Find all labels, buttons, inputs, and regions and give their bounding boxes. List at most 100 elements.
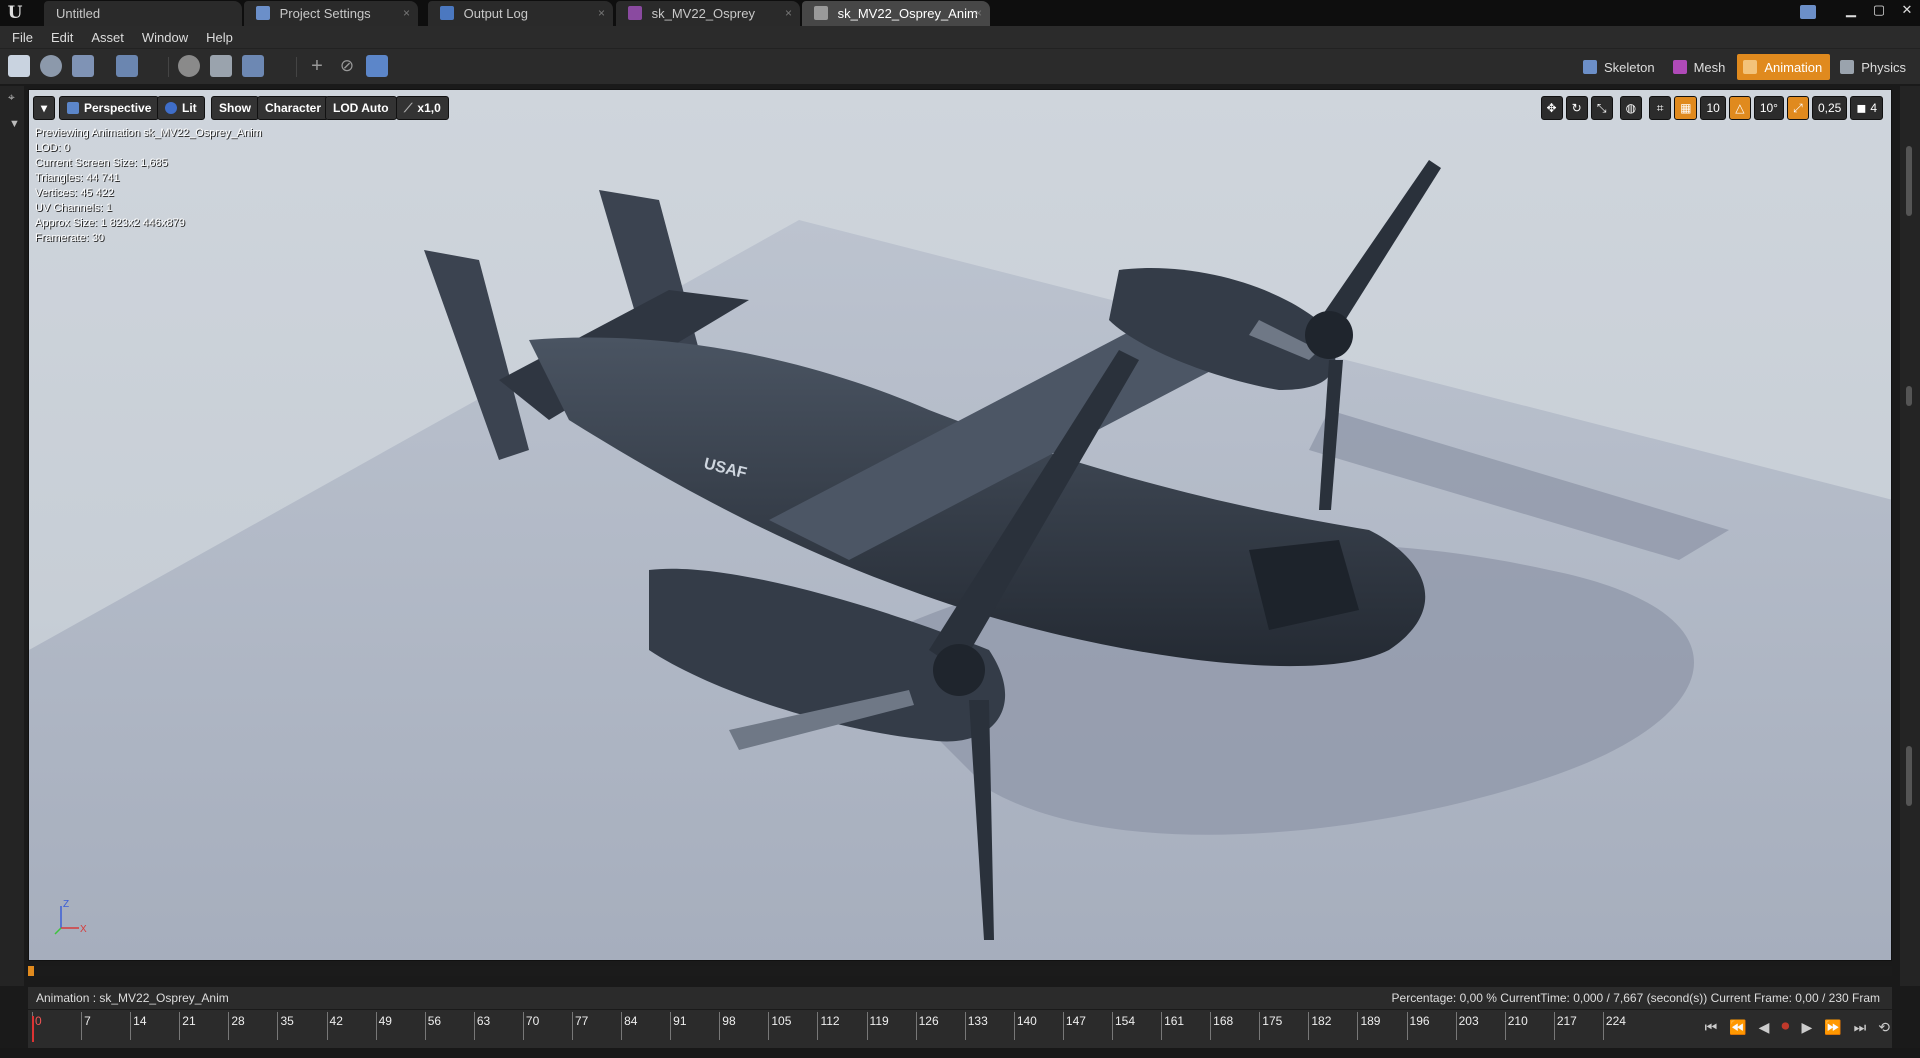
timeline-tick-label: 28 bbox=[231, 1014, 245, 1028]
settings-icon bbox=[256, 6, 270, 20]
record-icon[interactable]: ⏺ bbox=[1781, 1018, 1789, 1036]
scrub-track[interactable] bbox=[28, 966, 1892, 976]
timeline-tick-label: 133 bbox=[967, 1014, 988, 1028]
minimize-icon[interactable]: ▁ bbox=[1844, 2, 1858, 22]
tab-skeletal-mesh[interactable]: sk_MV22_Osprey × bbox=[616, 1, 800, 26]
source-control-icon[interactable] bbox=[1800, 5, 1816, 19]
save-icon[interactable] bbox=[8, 55, 30, 77]
scrollbar[interactable] bbox=[1906, 146, 1912, 216]
playback-speed-button[interactable]: ⟋ x1,0 bbox=[396, 96, 449, 120]
mode-mesh[interactable]: Mesh bbox=[1667, 54, 1734, 80]
show-button[interactable]: Show bbox=[211, 96, 259, 120]
scrollbar[interactable] bbox=[1906, 746, 1912, 806]
export-icon[interactable] bbox=[242, 55, 264, 77]
step-back-icon[interactable]: ⏪ bbox=[1729, 1019, 1746, 1036]
timeline[interactable]: 0 7 14 21 28 35 42 49 56 63 70 77 84 91 98 105 112 119 126… bbox=[28, 1010, 1892, 1048]
tab-animation[interactable]: sk_MV22_Osprey_Anim × bbox=[802, 1, 990, 26]
create-asset-icon[interactable] bbox=[72, 55, 94, 77]
lit-icon bbox=[165, 102, 177, 114]
menu-asset[interactable]: Asset bbox=[91, 30, 124, 45]
tab-label: sk_MV22_Osprey bbox=[651, 6, 755, 21]
tab-project-settings[interactable]: Project Settings × bbox=[244, 1, 418, 26]
loop-icon[interactable]: ⟲ bbox=[1878, 1019, 1890, 1036]
timeline-tick bbox=[670, 1012, 672, 1040]
viewport-options-dropdown[interactable]: ▾ bbox=[33, 96, 55, 120]
make-static-mesh-icon[interactable] bbox=[210, 55, 232, 77]
tab-untitled[interactable]: Untitled bbox=[44, 1, 242, 26]
timeline-tick bbox=[424, 1012, 426, 1040]
lod-button[interactable]: LOD Auto bbox=[325, 96, 397, 120]
menu-file[interactable]: File bbox=[12, 30, 33, 45]
camera-icon: ◼ bbox=[1856, 101, 1867, 115]
character-button[interactable]: Character bbox=[257, 96, 330, 120]
skip-to-start-icon[interactable]: ⏮ bbox=[1705, 1019, 1718, 1036]
timeline-tick bbox=[277, 1012, 279, 1040]
skip-to-end-icon[interactable]: ⏭ bbox=[1854, 1019, 1867, 1036]
unreal-logo-icon[interactable]: U bbox=[4, 2, 26, 24]
world-local-icon[interactable]: ◍ bbox=[1619, 96, 1643, 120]
timeline-tick bbox=[228, 1012, 230, 1040]
lit-button[interactable]: Lit bbox=[157, 96, 205, 120]
scale-snap-value[interactable]: 0,25 bbox=[1811, 96, 1848, 120]
rotate-mode-icon[interactable]: ↻ bbox=[1565, 96, 1588, 120]
rotation-snap-icon[interactable]: △ bbox=[1728, 96, 1751, 120]
grid-snap-value[interactable]: 10 bbox=[1700, 96, 1726, 120]
tab-output-log[interactable]: Output Log × bbox=[428, 1, 613, 26]
mode-physics[interactable]: Physics bbox=[1834, 54, 1914, 80]
filter-icon[interactable]: ▼ bbox=[9, 118, 20, 130]
find-in-browser-icon[interactable] bbox=[40, 55, 62, 77]
timeline-tick bbox=[375, 1012, 377, 1040]
scale-snap-icon[interactable]: ⤢ bbox=[1786, 96, 1809, 120]
close-icon[interactable]: × bbox=[598, 1, 605, 26]
menu-help[interactable]: Help bbox=[206, 30, 233, 45]
playhead[interactable] bbox=[32, 1016, 34, 1042]
perspective-label: Perspective bbox=[84, 101, 152, 115]
timeline-tick-label: 182 bbox=[1311, 1014, 1332, 1028]
surface-snap-icon[interactable]: ⌗ bbox=[1649, 96, 1672, 120]
menu-window[interactable]: Window bbox=[142, 30, 188, 45]
close-window-icon[interactable]: ✕ bbox=[1900, 2, 1914, 22]
tab-label: Project Settings bbox=[279, 6, 371, 21]
menu-edit[interactable]: Edit bbox=[51, 30, 73, 45]
timeline-tick bbox=[1602, 1012, 1604, 1040]
mode-animation[interactable]: Animation bbox=[1737, 54, 1831, 80]
pin-icon[interactable]: ⌖ bbox=[8, 90, 15, 105]
mode-skeleton-label: Skeleton bbox=[1604, 59, 1655, 75]
step-forward-icon[interactable]: ⏩ bbox=[1824, 1019, 1841, 1036]
timeline-ruler[interactable]: 0 7 14 21 28 35 42 49 56 63 70 77 84 91 98 105 112 119 126… bbox=[28, 1010, 1664, 1048]
timeline-tick bbox=[1406, 1012, 1408, 1040]
timeline-tick-label: 84 bbox=[624, 1014, 638, 1028]
menu-bar: File Edit Asset Window Help bbox=[0, 26, 1920, 48]
grid-snap-icon[interactable]: ▦ bbox=[1674, 96, 1698, 120]
close-icon[interactable]: × bbox=[975, 1, 982, 26]
axis-z-label: Z bbox=[63, 899, 69, 910]
play-icon[interactable]: ▶ bbox=[1801, 1019, 1812, 1036]
axis-gizmo: Z X bbox=[54, 899, 87, 935]
scrub-marker[interactable] bbox=[28, 966, 34, 976]
scrollbar[interactable] bbox=[1906, 386, 1912, 406]
scale-mode-icon[interactable]: ⤡ bbox=[1590, 96, 1613, 120]
timeline-tick-label: 91 bbox=[673, 1014, 687, 1028]
preview-viewport[interactable]: USAF ▾ Perspective Lit Show Character LO… bbox=[28, 89, 1892, 961]
timeline-tick bbox=[1210, 1012, 1212, 1040]
viewport-stats: Previewing Animation sk_MV22_Osprey_Anim… bbox=[35, 126, 262, 246]
close-icon[interactable]: × bbox=[785, 1, 792, 26]
refresh-icon[interactable] bbox=[178, 55, 200, 77]
apply-compression-icon[interactable]: ⊘ bbox=[336, 55, 358, 77]
mode-skeleton[interactable]: Skeleton bbox=[1577, 54, 1663, 80]
close-icon[interactable]: × bbox=[403, 1, 410, 26]
camera-speed-button[interactable]: ◼ 4 bbox=[1850, 96, 1883, 120]
perspective-button[interactable]: Perspective bbox=[59, 96, 160, 120]
reference-pose-icon[interactable] bbox=[116, 55, 138, 77]
record-icon[interactable] bbox=[366, 55, 388, 77]
play-reverse-icon[interactable]: ◀ bbox=[1759, 1019, 1770, 1036]
translate-mode-icon[interactable]: ✥ bbox=[1540, 96, 1563, 120]
rotation-snap-value[interactable]: 10° bbox=[1753, 96, 1784, 120]
maximize-icon[interactable]: ▢ bbox=[1872, 2, 1886, 22]
timeline-tick-label: 161 bbox=[1164, 1014, 1185, 1028]
timeline-tick-label: 140 bbox=[1016, 1014, 1037, 1028]
stat-previewing: Previewing Animation sk_MV22_Osprey_Anim bbox=[35, 127, 262, 139]
timeline-tick bbox=[1455, 1012, 1457, 1040]
timeline-tick-label: 126 bbox=[918, 1014, 939, 1028]
add-icon[interactable]: + bbox=[306, 55, 328, 77]
